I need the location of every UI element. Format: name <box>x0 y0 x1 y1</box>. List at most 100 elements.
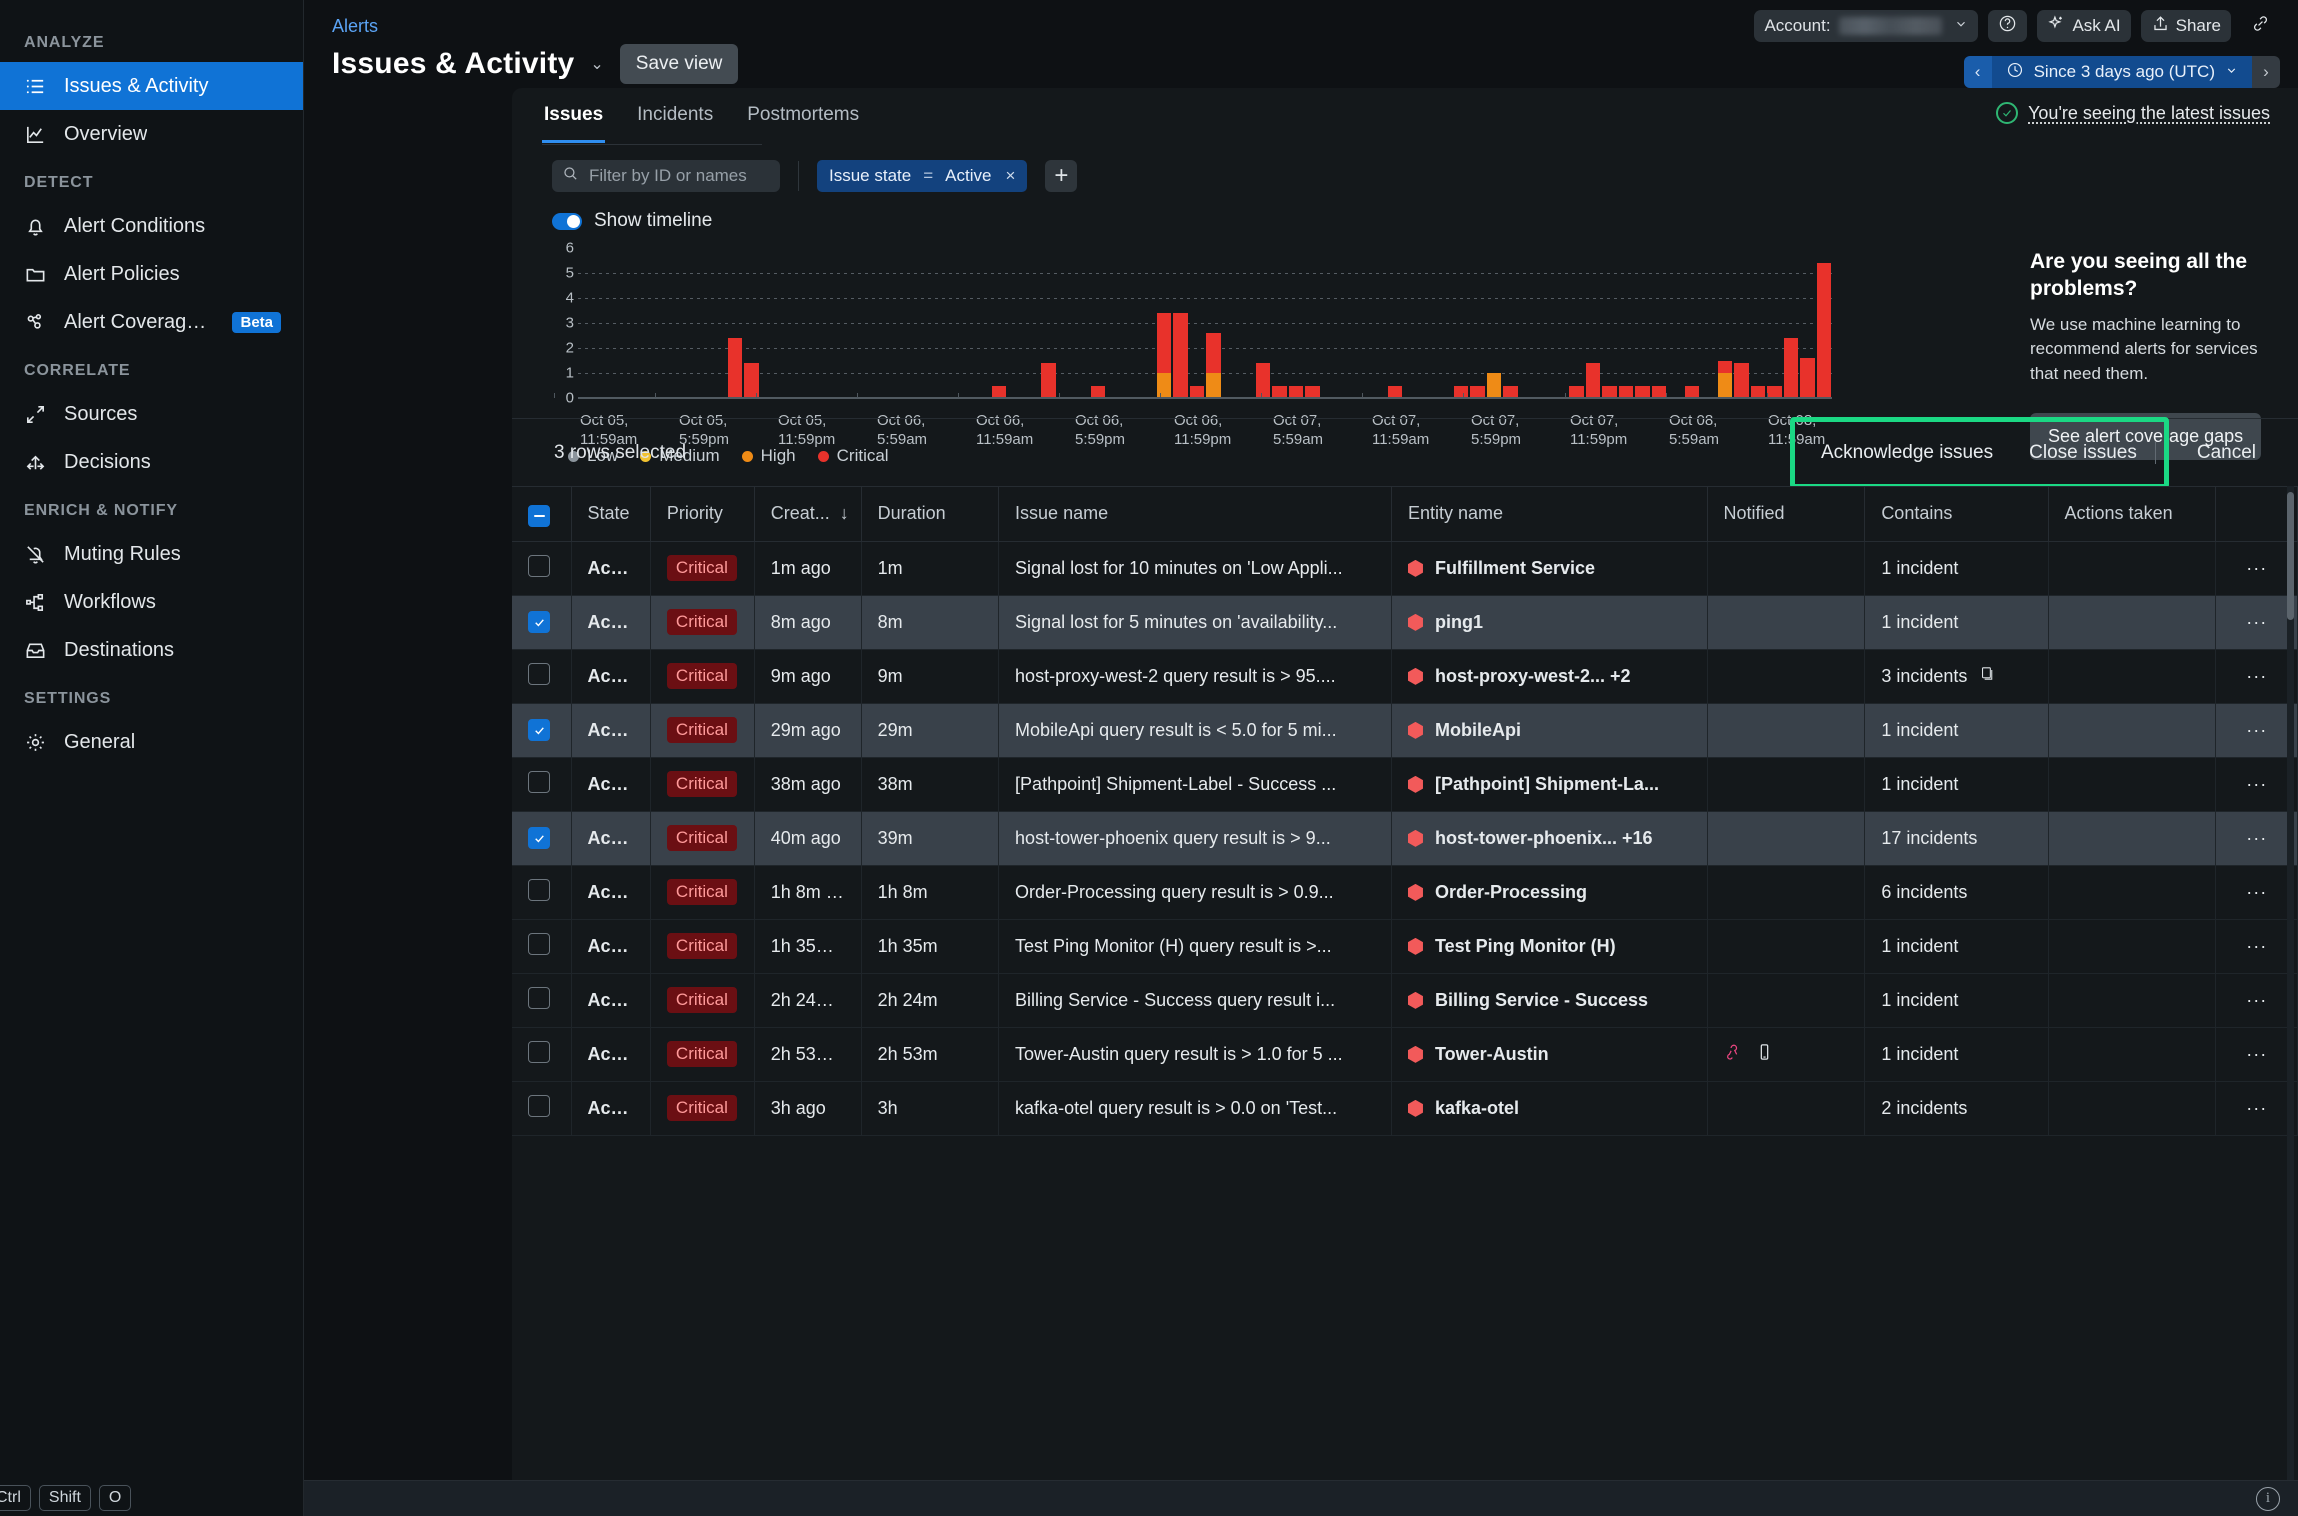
chart-bar <box>826 248 843 398</box>
table-row[interactable]: ActiveCritical2h 24m ago2h 24mBilling Se… <box>512 973 2298 1027</box>
cell-actions-taken <box>2048 649 2216 703</box>
row-checkbox[interactable] <box>528 611 550 633</box>
table-row[interactable]: ActiveCritical1h 8m ago1h 8mOrder-Proces… <box>512 865 2298 919</box>
chip-field: Issue state <box>829 166 911 186</box>
row-more-actions-button[interactable]: ··· <box>2216 973 2298 1027</box>
cancel-button[interactable]: Cancel <box>2181 436 2272 470</box>
row-more-actions-button[interactable]: ··· <box>2216 811 2298 865</box>
breadcrumb[interactable]: Alerts <box>332 16 378 37</box>
cell-state: Active <box>571 919 650 973</box>
account-selector[interactable]: Account: <box>1754 10 1978 42</box>
chart-bar-segment-critical <box>1734 363 1749 398</box>
column-header-priority[interactable]: Priority <box>650 487 754 542</box>
row-checkbox[interactable] <box>528 933 550 955</box>
row-more-actions-button[interactable]: ··· <box>2216 595 2298 649</box>
tab-issues[interactable]: Issues <box>542 96 605 143</box>
column-header-contains[interactable]: Contains <box>1865 487 2048 542</box>
row-more-actions-button[interactable]: ··· <box>2216 703 2298 757</box>
sidebar-item-overview[interactable]: Overview <box>0 110 303 158</box>
table-row[interactable]: ActiveCritical29m ago29mMobileApi query … <box>512 703 2298 757</box>
column-header-creat[interactable]: Creat...↓ <box>754 487 861 542</box>
contains-label: 17 incidents <box>1881 828 1977 849</box>
column-header-duration[interactable]: Duration <box>861 487 998 542</box>
table-scrollbar-track[interactable] <box>2287 486 2294 1480</box>
sidebar-item-muting-rules[interactable]: Muting Rules <box>0 530 303 578</box>
share-button[interactable]: Share <box>2141 10 2231 42</box>
column-header-issue-name[interactable]: Issue name <box>999 487 1392 542</box>
sidebar-item-sources[interactable]: Sources <box>0 390 303 438</box>
table-row[interactable]: ActiveCritical8m ago8mSignal lost for 5 … <box>512 595 2298 649</box>
table-row[interactable]: ActiveCritical3h ago3hkafka-otel query r… <box>512 1081 2298 1135</box>
copy-link-button[interactable] <box>2241 10 2280 42</box>
filter-chip-issue-state[interactable]: Issue state = Active × <box>817 160 1027 192</box>
priority-badge: Critical <box>667 825 737 851</box>
help-button[interactable] <box>1988 10 2027 42</box>
row-checkbox[interactable] <box>528 719 550 741</box>
info-icon[interactable]: i <box>2256 1487 2280 1511</box>
save-view-button[interactable]: Save view <box>620 44 739 84</box>
search-input[interactable] <box>589 166 770 186</box>
row-more-actions-button[interactable]: ··· <box>2216 1027 2298 1081</box>
tab-incidents[interactable]: Incidents <box>635 96 715 143</box>
row-checkbox[interactable] <box>528 555 550 577</box>
row-more-actions-button[interactable]: ··· <box>2216 649 2298 703</box>
row-checkbox[interactable] <box>528 1095 550 1117</box>
column-header-actions-taken[interactable]: Actions taken <box>2048 487 2216 542</box>
table-row[interactable]: ActiveCritical38m ago38m[Pathpoint] Ship… <box>512 757 2298 811</box>
show-timeline-toggle[interactable] <box>552 213 582 230</box>
time-range-button[interactable]: Since 3 days ago (UTC) <box>1992 56 2252 88</box>
time-range-next-button[interactable]: › <box>2252 56 2280 88</box>
table-row[interactable]: ActiveCritical1h 35m ago1h 35mTest Ping … <box>512 919 2298 973</box>
row-checkbox[interactable] <box>528 1041 550 1063</box>
row-checkbox[interactable] <box>528 663 550 685</box>
table-scrollbar-thumb[interactable] <box>2287 492 2294 620</box>
table-row[interactable]: ActiveCritical40m ago39mhost-tower-phoen… <box>512 811 2298 865</box>
row-more-actions-button[interactable]: ··· <box>2216 865 2298 919</box>
sidebar-item-general[interactable]: General <box>0 718 303 766</box>
cell-created: 2h 53m ago <box>754 1027 861 1081</box>
title-chevron-down-icon[interactable]: ⌄ <box>590 54 603 74</box>
row-more-actions-button[interactable]: ··· <box>2216 757 2298 811</box>
entity-status-hex-icon <box>1408 560 1423 577</box>
row-select-cell <box>512 811 571 865</box>
row-more-actions-button[interactable]: ··· <box>2216 919 2298 973</box>
sidebar-item-decisions[interactable]: Decisions <box>0 438 303 486</box>
search-box[interactable] <box>552 160 780 192</box>
cell-priority: Critical <box>650 811 754 865</box>
chart-bar <box>1222 248 1239 398</box>
row-more-actions-button[interactable]: ··· <box>2216 541 2298 595</box>
column-header-entity-name[interactable]: Entity name <box>1391 487 1707 542</box>
sidebar-item-alert-conditions[interactable]: Alert Conditions <box>0 202 303 250</box>
row-checkbox[interactable] <box>528 987 550 1009</box>
chip-remove-icon[interactable]: × <box>1005 166 1015 186</box>
row-checkbox[interactable] <box>528 827 550 849</box>
latest-status-label[interactable]: You're seeing the latest issues <box>2028 103 2270 124</box>
close-issues-button[interactable]: Close issues <box>2011 436 2155 470</box>
column-header-notified[interactable]: Notified <box>1707 487 1865 542</box>
row-select-cell <box>512 919 571 973</box>
row-more-actions-button[interactable]: ··· <box>2216 1081 2298 1135</box>
sidebar-item-alert-policies[interactable]: Alert Policies <box>0 250 303 298</box>
table-row[interactable]: ActiveCritical9m ago9mhost-proxy-west-2 … <box>512 649 2298 703</box>
chip-value: Active <box>945 166 991 186</box>
cell-created: 8m ago <box>754 595 861 649</box>
chart-bar-segment-critical <box>1784 338 1799 398</box>
tab-postmortems[interactable]: Postmortems <box>745 96 861 143</box>
sidebar-item-issues-activity[interactable]: Issues & Activity <box>0 62 303 110</box>
ask-ai-button[interactable]: Ask AI <box>2037 10 2130 42</box>
time-range-prev-button[interactable]: ‹ <box>1964 56 1992 88</box>
row-checkbox[interactable] <box>528 771 550 793</box>
table-row[interactable]: ActiveCritical2h 53m ago2h 53mTower-Aust… <box>512 1027 2298 1081</box>
sidebar-item-label: Alert Policies <box>64 263 180 286</box>
top-right-controls: Account: Ask AI <box>1754 10 2280 42</box>
sidebar-item-workflows[interactable]: Workflows <box>0 578 303 626</box>
add-filter-button[interactable]: + <box>1045 160 1077 192</box>
row-checkbox[interactable] <box>528 879 550 901</box>
acknowledge-issues-button[interactable]: Acknowledge issues <box>1803 436 2011 470</box>
column-header-state[interactable]: State <box>571 487 650 542</box>
sidebar-item-alert-coverage-g[interactable]: Alert Coverage G...Beta <box>0 298 303 346</box>
select-all-checkbox[interactable] <box>528 505 550 527</box>
table-row[interactable]: ActiveCritical1m ago1mSignal lost for 10… <box>512 541 2298 595</box>
cell-state: Active <box>571 703 650 757</box>
sidebar-item-destinations[interactable]: Destinations <box>0 626 303 674</box>
